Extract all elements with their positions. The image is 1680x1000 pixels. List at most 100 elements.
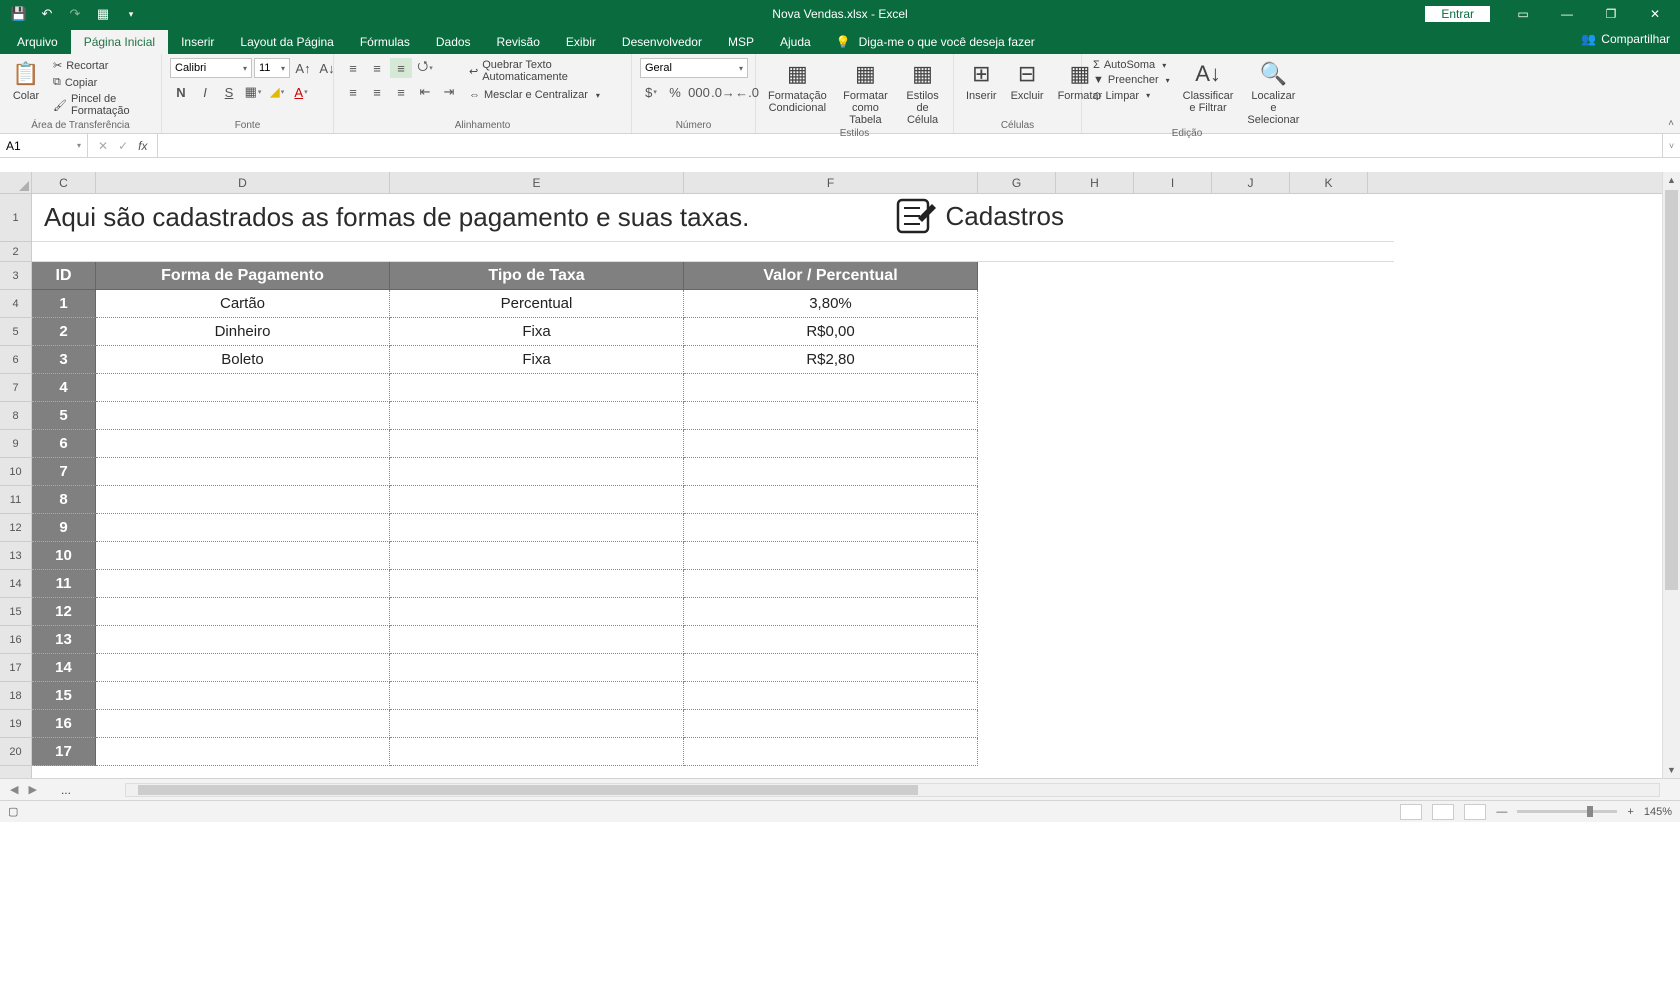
data-cell[interactable]: [390, 430, 684, 458]
tab-home[interactable]: Página Inicial: [71, 30, 168, 54]
data-cell[interactable]: [684, 598, 978, 626]
row-header[interactable]: 19: [0, 710, 31, 738]
sheet-tab[interactable]: ...: [47, 781, 85, 799]
id-cell[interactable]: 14: [32, 654, 96, 682]
row-header[interactable]: 2: [0, 242, 31, 262]
id-cell[interactable]: 5: [32, 402, 96, 430]
table-header-cell[interactable]: Forma de Pagamento: [96, 262, 390, 290]
id-cell[interactable]: 4: [32, 374, 96, 402]
row-header[interactable]: 11: [0, 486, 31, 514]
data-cell[interactable]: [684, 402, 978, 430]
collapse-ribbon-icon[interactable]: ˄: [1668, 118, 1674, 129]
data-cell[interactable]: [96, 514, 390, 542]
column-header[interactable]: D: [96, 172, 390, 193]
sort-filter-button[interactable]: A↓Classificar e Filtrar: [1179, 58, 1238, 116]
cut-button[interactable]: ✂Recortar: [50, 58, 153, 73]
autosum-button[interactable]: ΣAutoSoma▾: [1090, 58, 1173, 72]
data-cell[interactable]: [96, 738, 390, 766]
tab-file[interactable]: Arquivo: [4, 30, 71, 54]
id-cell[interactable]: 2: [32, 318, 96, 346]
data-cell[interactable]: [96, 402, 390, 430]
cancel-formula-icon[interactable]: ✕: [98, 139, 108, 153]
tab-view[interactable]: Exibir: [553, 30, 609, 54]
align-right-icon[interactable]: ≡: [390, 82, 412, 102]
vertical-scrollbar[interactable]: ▲ ▼: [1662, 172, 1680, 778]
column-header[interactable]: K: [1290, 172, 1368, 193]
touch-mode-icon[interactable]: ▦: [94, 5, 112, 23]
row-header[interactable]: 6: [0, 346, 31, 374]
format-painter-button[interactable]: 🖌Pincel de Formatação: [50, 92, 153, 118]
data-cell[interactable]: [684, 710, 978, 738]
row-header[interactable]: 7: [0, 374, 31, 402]
row-header[interactable]: 4: [0, 290, 31, 318]
fill-button[interactable]: ▼Preencher▾: [1090, 73, 1173, 87]
row-header[interactable]: 10: [0, 458, 31, 486]
paste-button[interactable]: 📋 Colar: [8, 58, 44, 104]
data-cell[interactable]: [96, 710, 390, 738]
id-cell[interactable]: 7: [32, 458, 96, 486]
id-cell[interactable]: 1: [32, 290, 96, 318]
data-cell[interactable]: [390, 710, 684, 738]
increase-font-icon[interactable]: A↑: [292, 58, 314, 78]
decrease-indent-icon[interactable]: ⇤: [414, 82, 436, 102]
comma-format-icon[interactable]: 000: [688, 82, 710, 102]
align-bottom-icon[interactable]: ≡: [390, 58, 412, 78]
scroll-thumb[interactable]: [1665, 190, 1678, 590]
data-cell[interactable]: [96, 542, 390, 570]
accounting-format-icon[interactable]: $: [640, 82, 662, 102]
scroll-down-icon[interactable]: ▼: [1663, 762, 1680, 778]
enter-formula-icon[interactable]: ✓: [118, 139, 128, 153]
data-cell[interactable]: [684, 374, 978, 402]
data-cell[interactable]: [390, 738, 684, 766]
data-cell[interactable]: [96, 654, 390, 682]
data-cell[interactable]: [684, 514, 978, 542]
redo-icon[interactable]: ↷: [66, 5, 84, 23]
data-cell[interactable]: [390, 458, 684, 486]
orientation-icon[interactable]: ⭯: [414, 58, 436, 78]
row-header[interactable]: 14: [0, 570, 31, 598]
decrease-decimal-icon[interactable]: ←.0: [736, 82, 758, 102]
id-cell[interactable]: 3: [32, 346, 96, 374]
data-cell[interactable]: Percentual: [390, 290, 684, 318]
tab-help[interactable]: Ajuda: [767, 30, 824, 54]
horizontal-scrollbar[interactable]: [125, 783, 1660, 797]
increase-indent-icon[interactable]: ⇥: [438, 82, 460, 102]
number-format-combo[interactable]: Geral▾: [640, 58, 748, 78]
data-cell[interactable]: Fixa: [390, 346, 684, 374]
percent-format-icon[interactable]: %: [664, 82, 686, 102]
signin-button[interactable]: Entrar: [1425, 6, 1490, 22]
clear-button[interactable]: ◇Limpar▾: [1090, 88, 1173, 103]
align-center-icon[interactable]: ≡: [366, 82, 388, 102]
data-cell[interactable]: [96, 430, 390, 458]
ribbon-options-icon[interactable]: ▭: [1502, 0, 1544, 28]
zoom-level[interactable]: 145%: [1644, 806, 1672, 818]
close-button[interactable]: ✕: [1634, 0, 1676, 28]
data-cell[interactable]: Boleto: [96, 346, 390, 374]
cadastros-badge[interactable]: Cadastros: [892, 196, 1065, 236]
record-macro-icon[interactable]: ▢: [8, 805, 18, 818]
tab-formulas[interactable]: Fórmulas: [347, 30, 423, 54]
column-header[interactable]: I: [1134, 172, 1212, 193]
align-top-icon[interactable]: ≡: [342, 58, 364, 78]
tell-me[interactable]: 💡 Diga-me o que você deseja fazer: [824, 30, 1047, 54]
data-cell[interactable]: [390, 626, 684, 654]
find-select-button[interactable]: 🔍Localizar e Selecionar: [1243, 58, 1303, 128]
data-cell[interactable]: [390, 514, 684, 542]
data-cell[interactable]: R$0,00: [684, 318, 978, 346]
tab-developer[interactable]: Desenvolvedor: [609, 30, 715, 54]
row-header[interactable]: 17: [0, 654, 31, 682]
format-as-table-button[interactable]: ▦Formatar como Tabela: [837, 58, 894, 128]
minimize-button[interactable]: —: [1546, 0, 1588, 28]
data-cell[interactable]: [390, 682, 684, 710]
italic-button[interactable]: I: [194, 82, 216, 102]
column-header[interactable]: G: [978, 172, 1056, 193]
id-cell[interactable]: 10: [32, 542, 96, 570]
id-cell[interactable]: 11: [32, 570, 96, 598]
data-cell[interactable]: [96, 598, 390, 626]
tab-insert[interactable]: Inserir: [168, 30, 227, 54]
font-color-button[interactable]: A: [290, 82, 312, 102]
data-cell[interactable]: [684, 486, 978, 514]
row-header[interactable]: 15: [0, 598, 31, 626]
data-cell[interactable]: [390, 598, 684, 626]
name-box[interactable]: A1▾: [0, 134, 88, 157]
